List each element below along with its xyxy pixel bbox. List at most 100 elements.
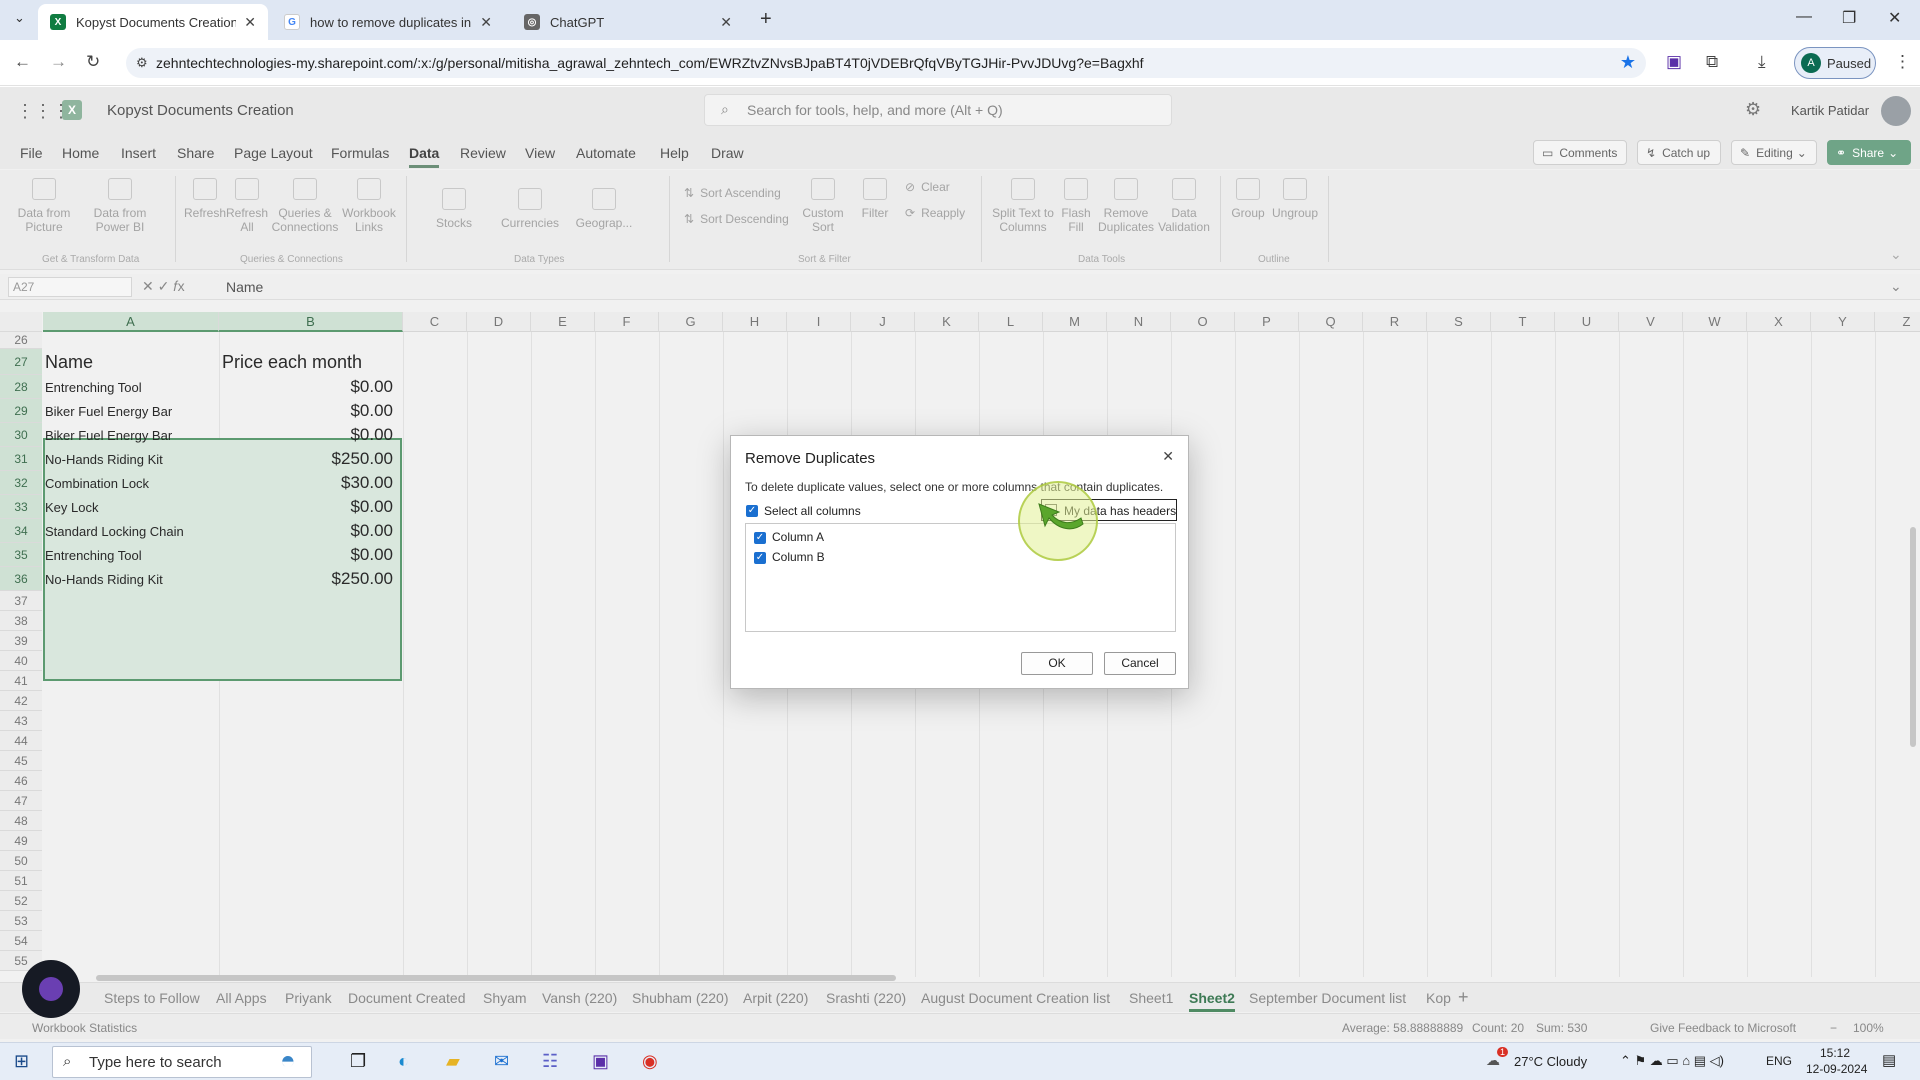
browser-menu-icon[interactable]: ⋮ xyxy=(1894,52,1911,72)
row-header[interactable]: 46 xyxy=(0,771,42,791)
row-header[interactable]: 36 xyxy=(0,567,42,591)
row-header[interactable]: 41 xyxy=(0,671,42,691)
close-icon[interactable]: ✕ xyxy=(1162,448,1174,465)
zoom-level[interactable]: 100% xyxy=(1853,1021,1884,1035)
workbook-statistics[interactable]: Workbook Statistics xyxy=(32,1021,137,1035)
system-tray-icons[interactable]: ⌃ ⚑ ☁ ▭ ⌂ ▤ ◁) xyxy=(1620,1053,1724,1069)
menu-home[interactable]: Home xyxy=(62,145,99,161)
workbook-links-button[interactable]: Workbook Links xyxy=(340,178,398,234)
column-header[interactable]: J xyxy=(851,312,915,332)
minimize-icon[interactable]: — xyxy=(1796,8,1812,26)
currencies-button[interactable]: Currencies xyxy=(494,188,566,230)
cell-header-price[interactable]: Price each month xyxy=(222,352,362,373)
user-avatar[interactable] xyxy=(1881,96,1911,126)
new-tab-icon[interactable]: + xyxy=(760,8,772,31)
row-header[interactable]: 47 xyxy=(0,791,42,811)
column-header[interactable]: M xyxy=(1043,312,1107,332)
cell-price[interactable]: $0.00 xyxy=(350,401,393,421)
column-header[interactable]: D xyxy=(467,312,531,332)
edge-icon[interactable]: ◐ xyxy=(398,1051,409,1072)
cell-header-name[interactable]: Name xyxy=(45,352,93,373)
cell-name[interactable]: Entrenching Tool xyxy=(45,548,142,563)
tab-excel[interactable]: X Kopyst Documents Creation.xlsx ✕ xyxy=(38,4,268,40)
profile-button[interactable]: A Paused xyxy=(1794,47,1876,79)
column-header[interactable]: Q xyxy=(1299,312,1363,332)
clock-date[interactable]: 12-09-2024 xyxy=(1806,1062,1867,1076)
row-header[interactable]: 52 xyxy=(0,891,42,911)
menu-draw[interactable]: Draw xyxy=(711,145,744,161)
sort-descending-button[interactable]: ⇅ Sort Descending xyxy=(684,212,794,226)
column-header[interactable]: W xyxy=(1683,312,1747,332)
split-text-to-columns-button[interactable]: Split Text to Columns xyxy=(990,178,1056,234)
row-header[interactable]: 53 xyxy=(0,911,42,931)
column-header[interactable]: S xyxy=(1427,312,1491,332)
sort-ascending-button[interactable]: ⇅ Sort Ascending xyxy=(684,186,794,200)
column-header[interactable]: I xyxy=(787,312,851,332)
row-header[interactable]: 32 xyxy=(0,471,42,495)
catch-up-button[interactable]: ↯ Catch up xyxy=(1637,140,1721,165)
comments-button[interactable]: ▭ Comments xyxy=(1533,140,1627,165)
task-view-icon[interactable]: ❐ xyxy=(350,1051,366,1072)
row-header[interactable]: 37 xyxy=(0,591,42,611)
remove-duplicates-button[interactable]: Remove Duplicates xyxy=(1096,178,1156,234)
group-button[interactable]: Group xyxy=(1226,178,1270,220)
sheet-tab[interactable]: Steps to Follow xyxy=(104,990,200,1006)
bookmark-star-icon[interactable]: ★ xyxy=(1620,52,1636,73)
vertical-scrollbar[interactable] xyxy=(1910,527,1916,747)
sheet-tab[interactable]: Document Created xyxy=(348,990,466,1006)
cancel-button[interactable]: Cancel xyxy=(1104,652,1176,675)
row-header[interactable]: 38 xyxy=(0,611,42,631)
column-header[interactable]: U xyxy=(1555,312,1619,332)
teams-icon[interactable]: ☷ xyxy=(542,1051,558,1072)
row-header[interactable]: 28 xyxy=(0,375,42,399)
sheet-tab-active[interactable]: Sheet2 xyxy=(1189,990,1235,1012)
sheet-tab[interactable]: Sheet1 xyxy=(1129,990,1173,1006)
ribbon-collapse-icon[interactable]: ⌄ xyxy=(1890,246,1902,263)
sheet-tab[interactable]: Shyam xyxy=(483,990,527,1006)
refresh-all-button[interactable]: Refresh All xyxy=(224,178,270,234)
back-icon[interactable]: ← xyxy=(14,52,31,72)
app-icon[interactable]: ▣ xyxy=(592,1051,609,1072)
windows-start-icon[interactable]: ⊞ xyxy=(14,1051,29,1072)
settings-gear-icon[interactable]: ⚙ xyxy=(1745,99,1761,120)
ok-button[interactable]: OK xyxy=(1021,652,1093,675)
cell-name[interactable]: Standard Locking Chain xyxy=(45,524,184,539)
row-header[interactable]: 27 xyxy=(0,349,42,375)
row-header[interactable]: 44 xyxy=(0,731,42,751)
sheet-tab[interactable]: Shubham (220) xyxy=(632,990,729,1006)
row-header[interactable]: 48 xyxy=(0,811,42,831)
queries-connections-button[interactable]: Queries & Connections xyxy=(270,178,340,234)
menu-insert[interactable]: Insert xyxy=(121,145,156,161)
column-header[interactable]: C xyxy=(403,312,467,332)
menu-share[interactable]: Share xyxy=(177,145,214,161)
column-header[interactable]: F xyxy=(595,312,659,332)
cell-price[interactable]: $0.00 xyxy=(350,425,393,445)
sheet-tab[interactable]: All Apps xyxy=(216,990,267,1006)
url-field[interactable]: ⚙ zehntechtechnologies-my.sharepoint.com… xyxy=(126,48,1646,78)
cell-price[interactable]: $0.00 xyxy=(350,545,393,565)
custom-sort-button[interactable]: Custom Sort xyxy=(796,178,850,234)
menu-automate[interactable]: Automate xyxy=(576,145,636,161)
extension-icon[interactable]: ▣ xyxy=(1666,52,1682,72)
column-header[interactable]: H xyxy=(723,312,787,332)
menu-formulas[interactable]: Formulas xyxy=(331,145,389,161)
row-header[interactable]: 26 xyxy=(0,332,42,349)
row-header[interactable]: 35 xyxy=(0,543,42,567)
column-header[interactable]: T xyxy=(1491,312,1555,332)
column-header[interactable]: N xyxy=(1107,312,1171,332)
column-header[interactable]: O xyxy=(1171,312,1235,332)
sheet-tab[interactable]: Vansh (220) xyxy=(542,990,617,1006)
row-header[interactable]: 30 xyxy=(0,423,42,447)
tab-chatgpt[interactable]: ◎ ChatGPT ✕ xyxy=(512,4,744,40)
menu-file[interactable]: File xyxy=(20,145,43,161)
cell-name[interactable]: No-Hands Riding Kit xyxy=(45,572,163,587)
tab-search-icon[interactable]: ⌄ xyxy=(14,10,25,26)
close-icon[interactable]: ✕ xyxy=(720,14,732,31)
restore-icon[interactable]: ❐ xyxy=(1842,8,1856,28)
data-validation-button[interactable]: Data Validation xyxy=(1156,178,1212,234)
column-header[interactable]: B xyxy=(219,312,403,332)
data-from-picture-button[interactable]: Data from Picture xyxy=(12,178,76,234)
editing-mode-button[interactable]: ✎ Editing ⌄ xyxy=(1731,140,1817,165)
cell-name[interactable]: Key Lock xyxy=(45,500,98,515)
row-header[interactable]: 42 xyxy=(0,691,42,711)
